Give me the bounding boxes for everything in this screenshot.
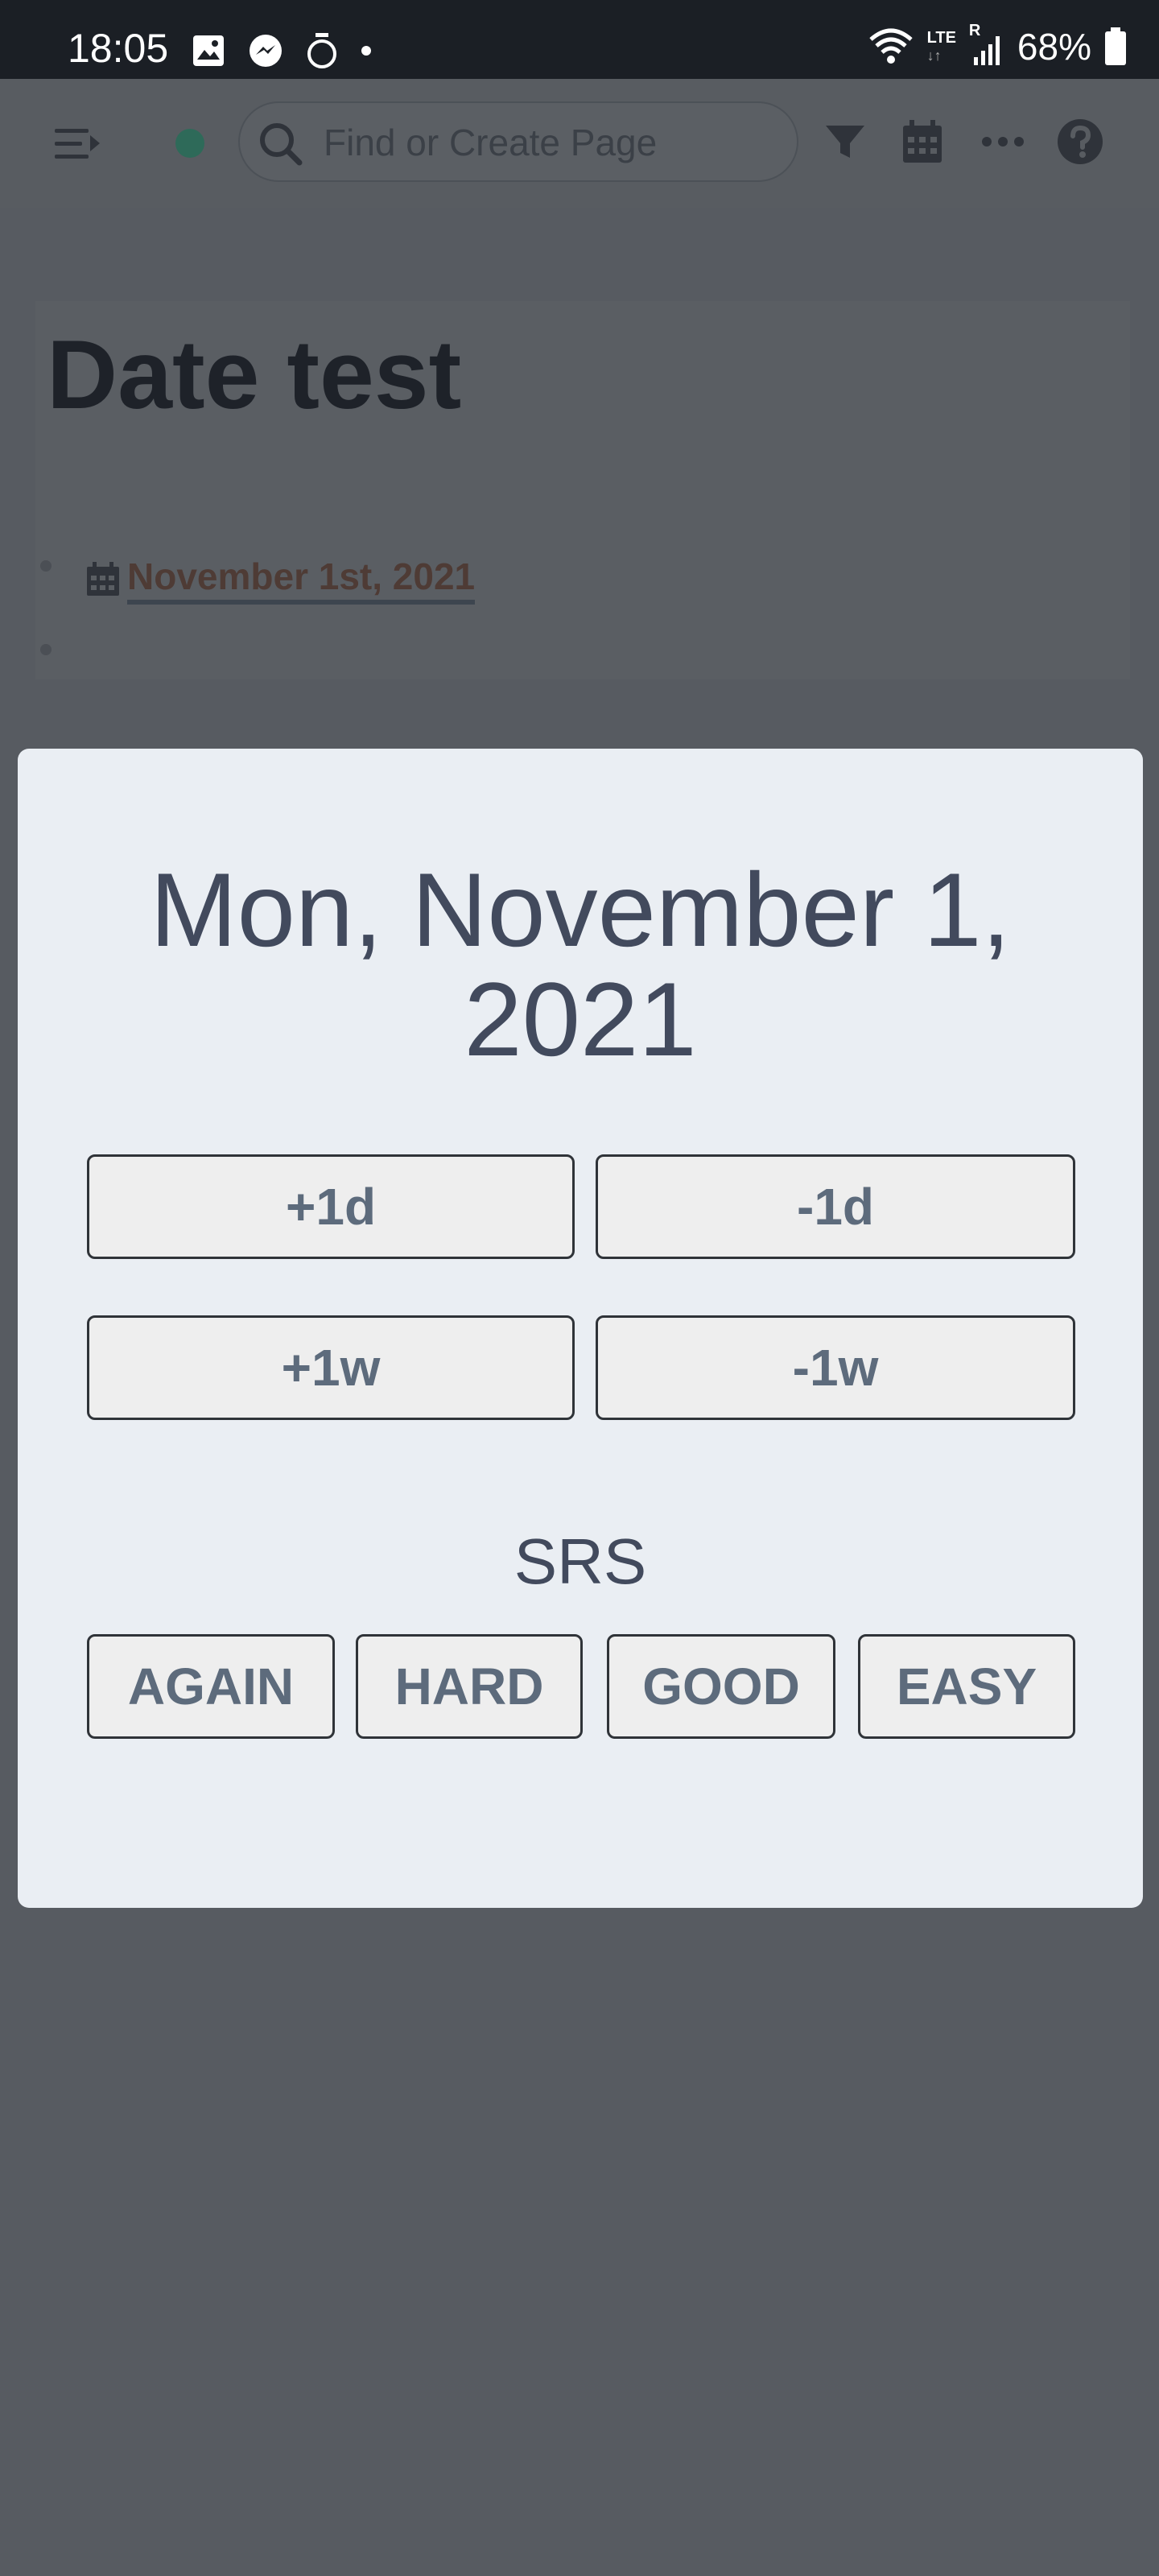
- timer-icon: [307, 33, 336, 68]
- srs-hard-button[interactable]: HARD: [356, 1634, 583, 1739]
- notification-icons: [192, 31, 372, 71]
- date-reference-text: November 1st, 2021: [127, 555, 476, 605]
- minus-one-day-button[interactable]: -1d: [596, 1154, 1075, 1259]
- calendar-small-icon: [87, 562, 119, 596]
- minus-one-week-button[interactable]: -1w: [596, 1315, 1075, 1420]
- wifi-icon: [868, 28, 913, 64]
- srs-label: SRS: [514, 1525, 647, 1597]
- data-arrows-icon: ↓↑: [926, 47, 942, 64]
- status-bar: 18:05 LTE ↓↑ R 68%: [0, 0, 1159, 79]
- selected-date-heading: Mon, November 1, 2021: [18, 855, 1143, 1074]
- search-icon: [260, 123, 303, 166]
- more-options-icon[interactable]: [979, 118, 1027, 166]
- block-bullet[interactable]: [40, 560, 52, 572]
- signal-indicator: R: [969, 22, 1004, 67]
- srs-again-button[interactable]: AGAIN: [87, 1634, 335, 1739]
- sidebar-toggle-icon[interactable]: [53, 126, 103, 163]
- srs-good-button[interactable]: GOOD: [607, 1634, 835, 1739]
- gallery-icon: [193, 35, 224, 66]
- help-icon[interactable]: [1056, 118, 1104, 166]
- messenger-icon: [250, 35, 282, 67]
- calendar-icon[interactable]: [898, 118, 947, 166]
- filter-icon[interactable]: [821, 118, 869, 166]
- selected-date-line2: 2021: [464, 960, 697, 1078]
- date-picker-modal: Mon, November 1, 2021 +1d -1d +1w -1w SR…: [18, 749, 1143, 1908]
- battery-icon: [1105, 27, 1126, 65]
- system-icons: LTE ↓↑ R 68%: [868, 22, 1127, 71]
- lte-label: LTE: [926, 29, 956, 47]
- plus-one-week-button[interactable]: +1w: [87, 1315, 575, 1420]
- plus-one-day-button[interactable]: +1d: [87, 1154, 575, 1259]
- more-notifications-dot-icon: [361, 46, 371, 56]
- battery-percent: 68%: [1017, 26, 1091, 68]
- selected-date-line1: Mon, November 1,: [150, 851, 1011, 968]
- search-input[interactable]: [322, 118, 776, 167]
- date-reference-link[interactable]: November 1st, 2021: [84, 547, 476, 612]
- empty-block-bullet[interactable]: [40, 644, 52, 655]
- sync-status-indicator: [175, 129, 204, 158]
- status-time: 18:05: [68, 26, 169, 71]
- page-title[interactable]: Date test: [47, 314, 461, 435]
- srs-easy-button[interactable]: EASY: [858, 1634, 1075, 1739]
- lte-indicator: LTE ↓↑: [927, 29, 956, 64]
- search-box[interactable]: [238, 101, 798, 182]
- signal-icon: [973, 36, 1000, 65]
